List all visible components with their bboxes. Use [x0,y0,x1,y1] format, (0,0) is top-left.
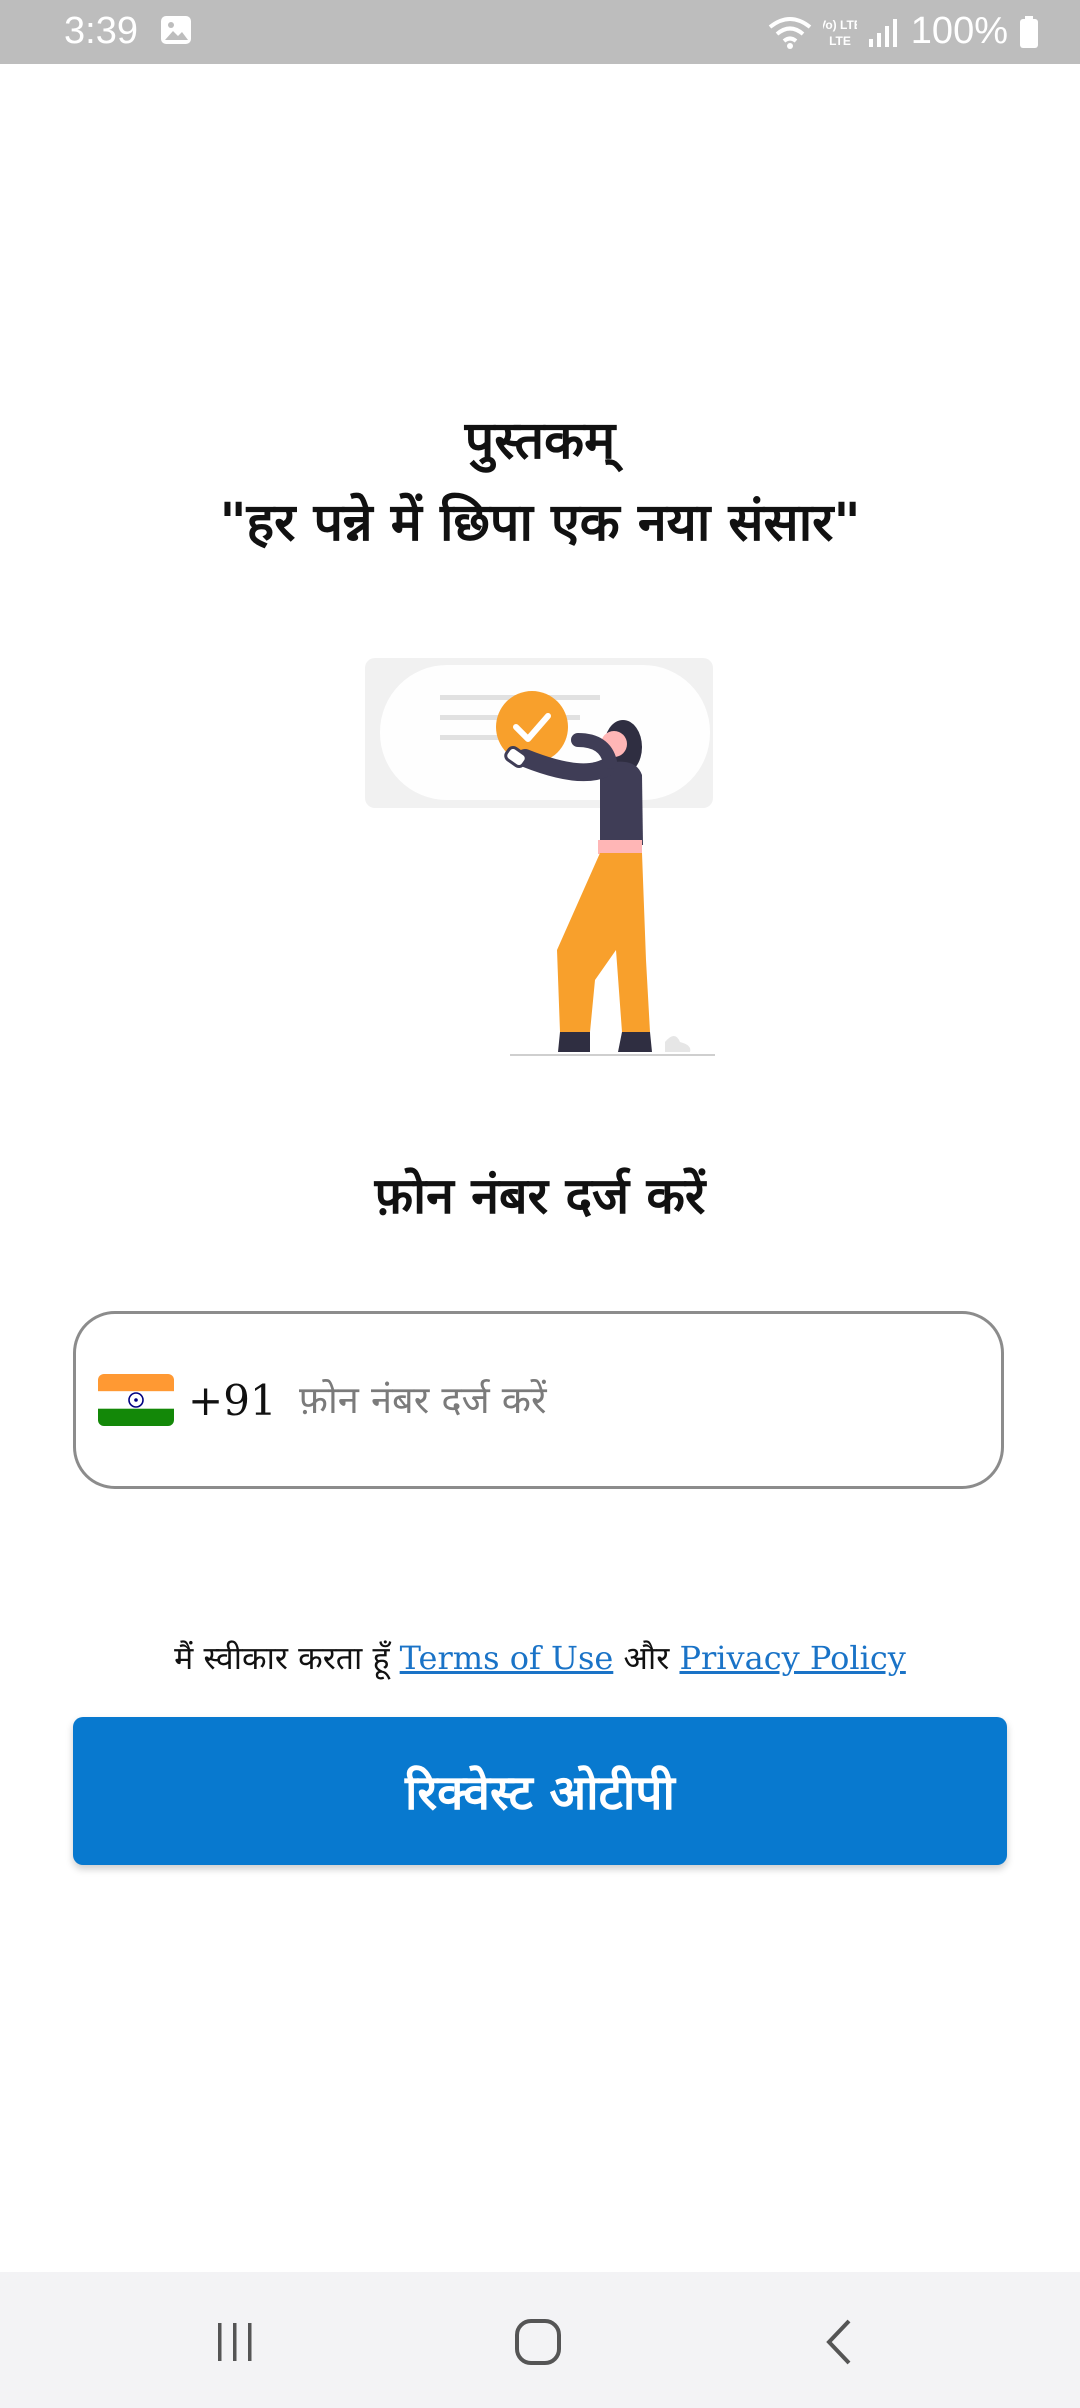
home-icon [515,2319,561,2365]
signal-icon [868,18,897,47]
phone-input-container[interactable]: +91 [73,1311,1004,1489]
title-block: पुस्तकम् "हर पन्ने में छिपा एक नया संसार… [0,400,1080,564]
volte-icon: Vo) LTE LTE [823,18,857,48]
phone-heading: फ़ोन नंबर दर्ज करें [374,1166,706,1225]
svg-text:LTE: LTE [829,34,851,48]
system-nav-bar [0,2272,1080,2408]
wifi-icon [768,16,812,49]
terms-of-use-link[interactable]: Terms of Use [400,1639,614,1677]
recent-apps-button[interactable] [175,2292,295,2392]
recent-apps-icon [218,2323,252,2361]
login-illustration [365,658,715,1056]
terms-conjunction: और [623,1639,670,1677]
privacy-policy-link[interactable]: Privacy Policy [679,1639,905,1677]
app-tagline: "हर पन्ने में छिपा एक नया संसार" [219,492,861,553]
status-time: 3:39 [64,10,138,52]
home-button[interactable] [478,2292,598,2392]
request-otp-button[interactable]: रिक्वेस्ट ओटीपी [73,1717,1007,1865]
status-icons: Vo) LTE LTE 100% [767,10,1040,53]
image-icon [161,16,191,44]
battery-icon [1020,15,1038,48]
svg-text:Vo) LTE: Vo) LTE [823,18,857,32]
india-flag-icon [98,1374,174,1426]
back-icon [826,2319,851,2365]
terms-consent: मैं स्वीकार करता हूँ Terms of Use और Pri… [0,1636,1080,1679]
back-button[interactable] [780,2292,900,2392]
battery-percent: 100% [910,10,1008,52]
status-bar: 3:39 Vo) LTE LTE 100% [0,0,1080,64]
app-title: पुस्तकम् [464,410,616,471]
terms-prefix: मैं स्वीकार करता हूँ [174,1639,390,1677]
phone-number-input[interactable] [296,1349,1001,1451]
country-code[interactable]: +91 [188,1376,277,1425]
